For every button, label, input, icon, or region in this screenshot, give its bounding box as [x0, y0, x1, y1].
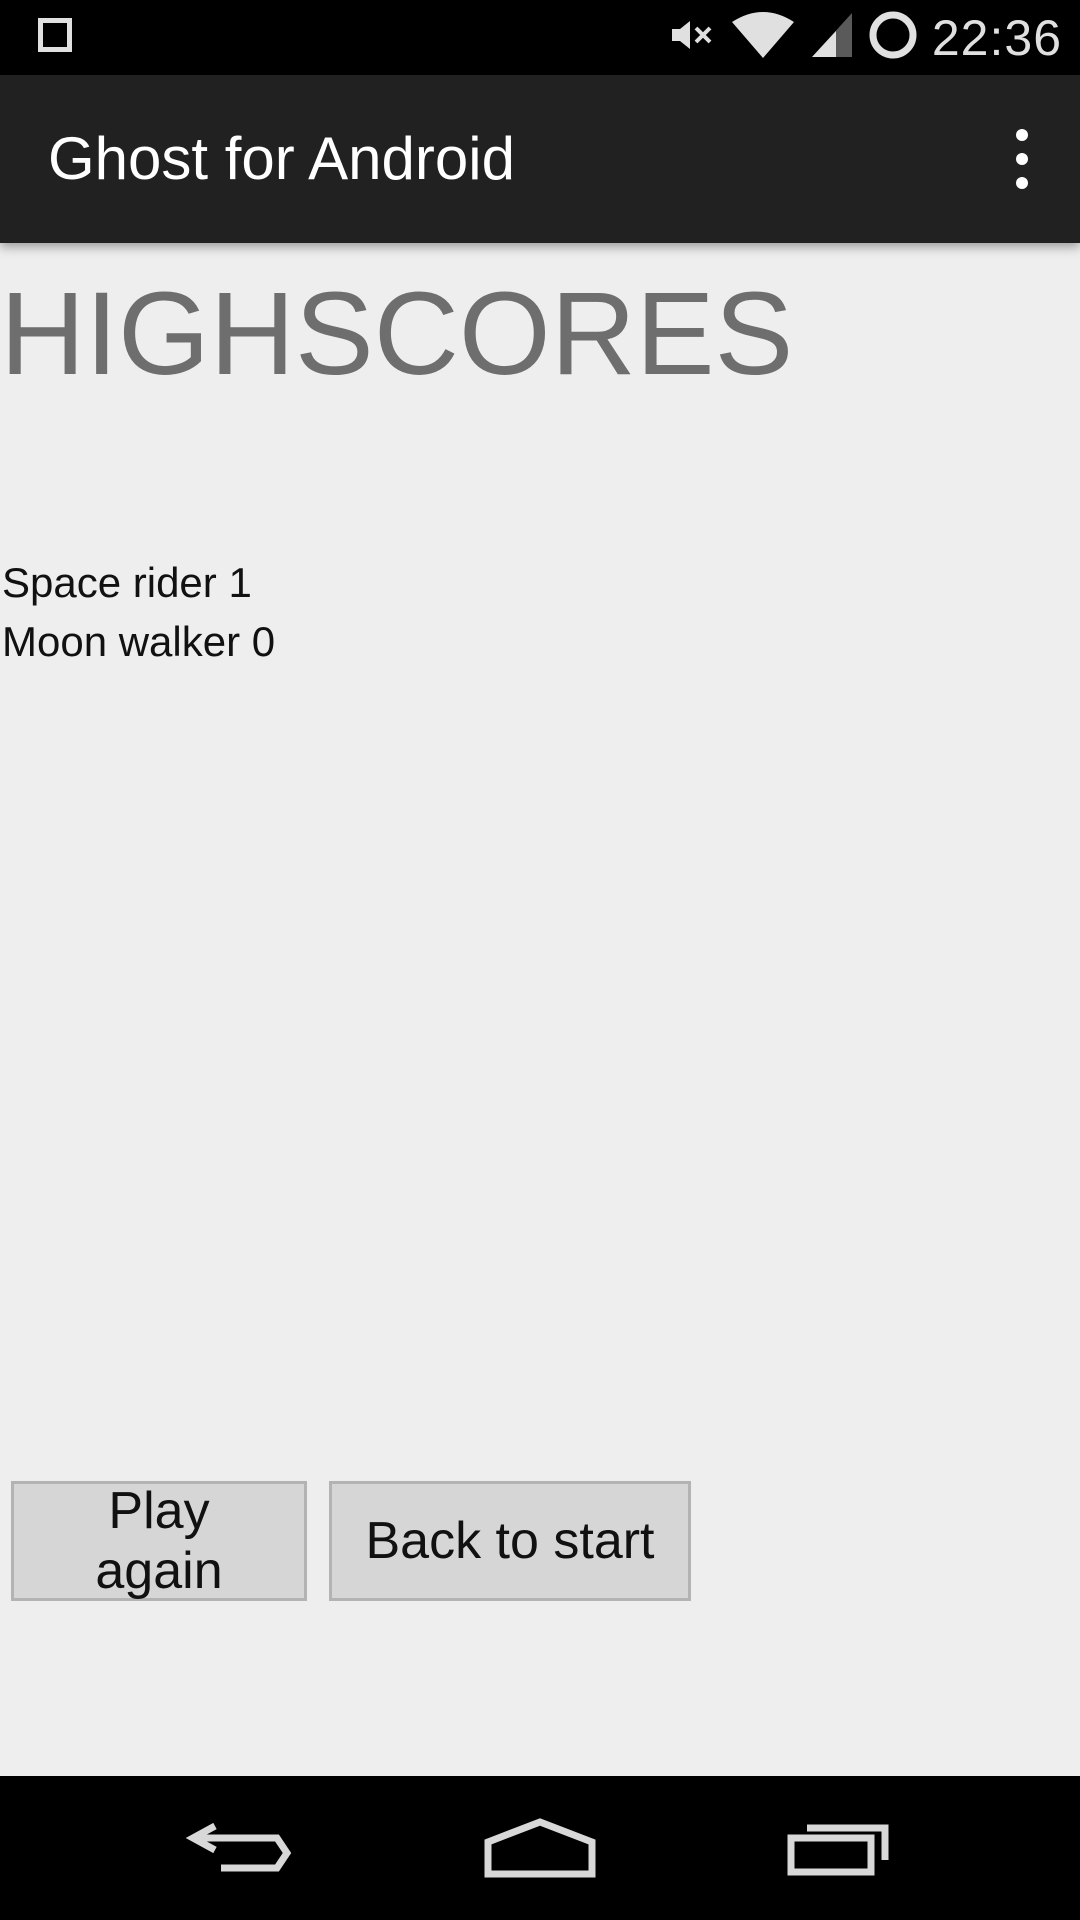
notification-square-icon: [38, 18, 72, 52]
wifi-icon: [730, 10, 796, 65]
mute-icon: [668, 15, 716, 60]
action-bar: Ghost for Android: [0, 75, 1080, 243]
screen: 22:36 Ghost for Android HIGHSCORES Space…: [0, 0, 1080, 1920]
score-row: Moon walker 0: [2, 618, 276, 665]
menu-dot: [1016, 177, 1028, 189]
score-row: Space rider 1: [2, 559, 252, 606]
status-icons: 22:36: [668, 0, 1062, 75]
score-list: Space rider 1 Moon walker 0: [2, 553, 275, 671]
play-again-button[interactable]: Play again: [11, 1481, 307, 1601]
signal-icon: [810, 11, 854, 64]
button-row: Play again Back to start: [11, 1481, 691, 1601]
sync-circle-icon: [868, 10, 918, 65]
app-title: Ghost for Android: [48, 125, 515, 192]
menu-dot: [1016, 153, 1028, 165]
home-icon[interactable]: [460, 1776, 620, 1920]
overflow-menu-icon[interactable]: [1002, 129, 1042, 189]
menu-dot: [1016, 129, 1028, 141]
back-to-start-button[interactable]: Back to start: [329, 1481, 691, 1601]
status-time: 22:36: [931, 9, 1062, 66]
status-bar: 22:36: [0, 0, 1080, 75]
back-icon[interactable]: [160, 1776, 320, 1920]
recents-icon[interactable]: [760, 1776, 920, 1920]
main-content: HIGHSCORES Space rider 1 Moon walker 0 P…: [0, 243, 1080, 1776]
page-title: HIGHSCORES: [0, 268, 794, 400]
navigation-bar: [0, 1776, 1080, 1920]
